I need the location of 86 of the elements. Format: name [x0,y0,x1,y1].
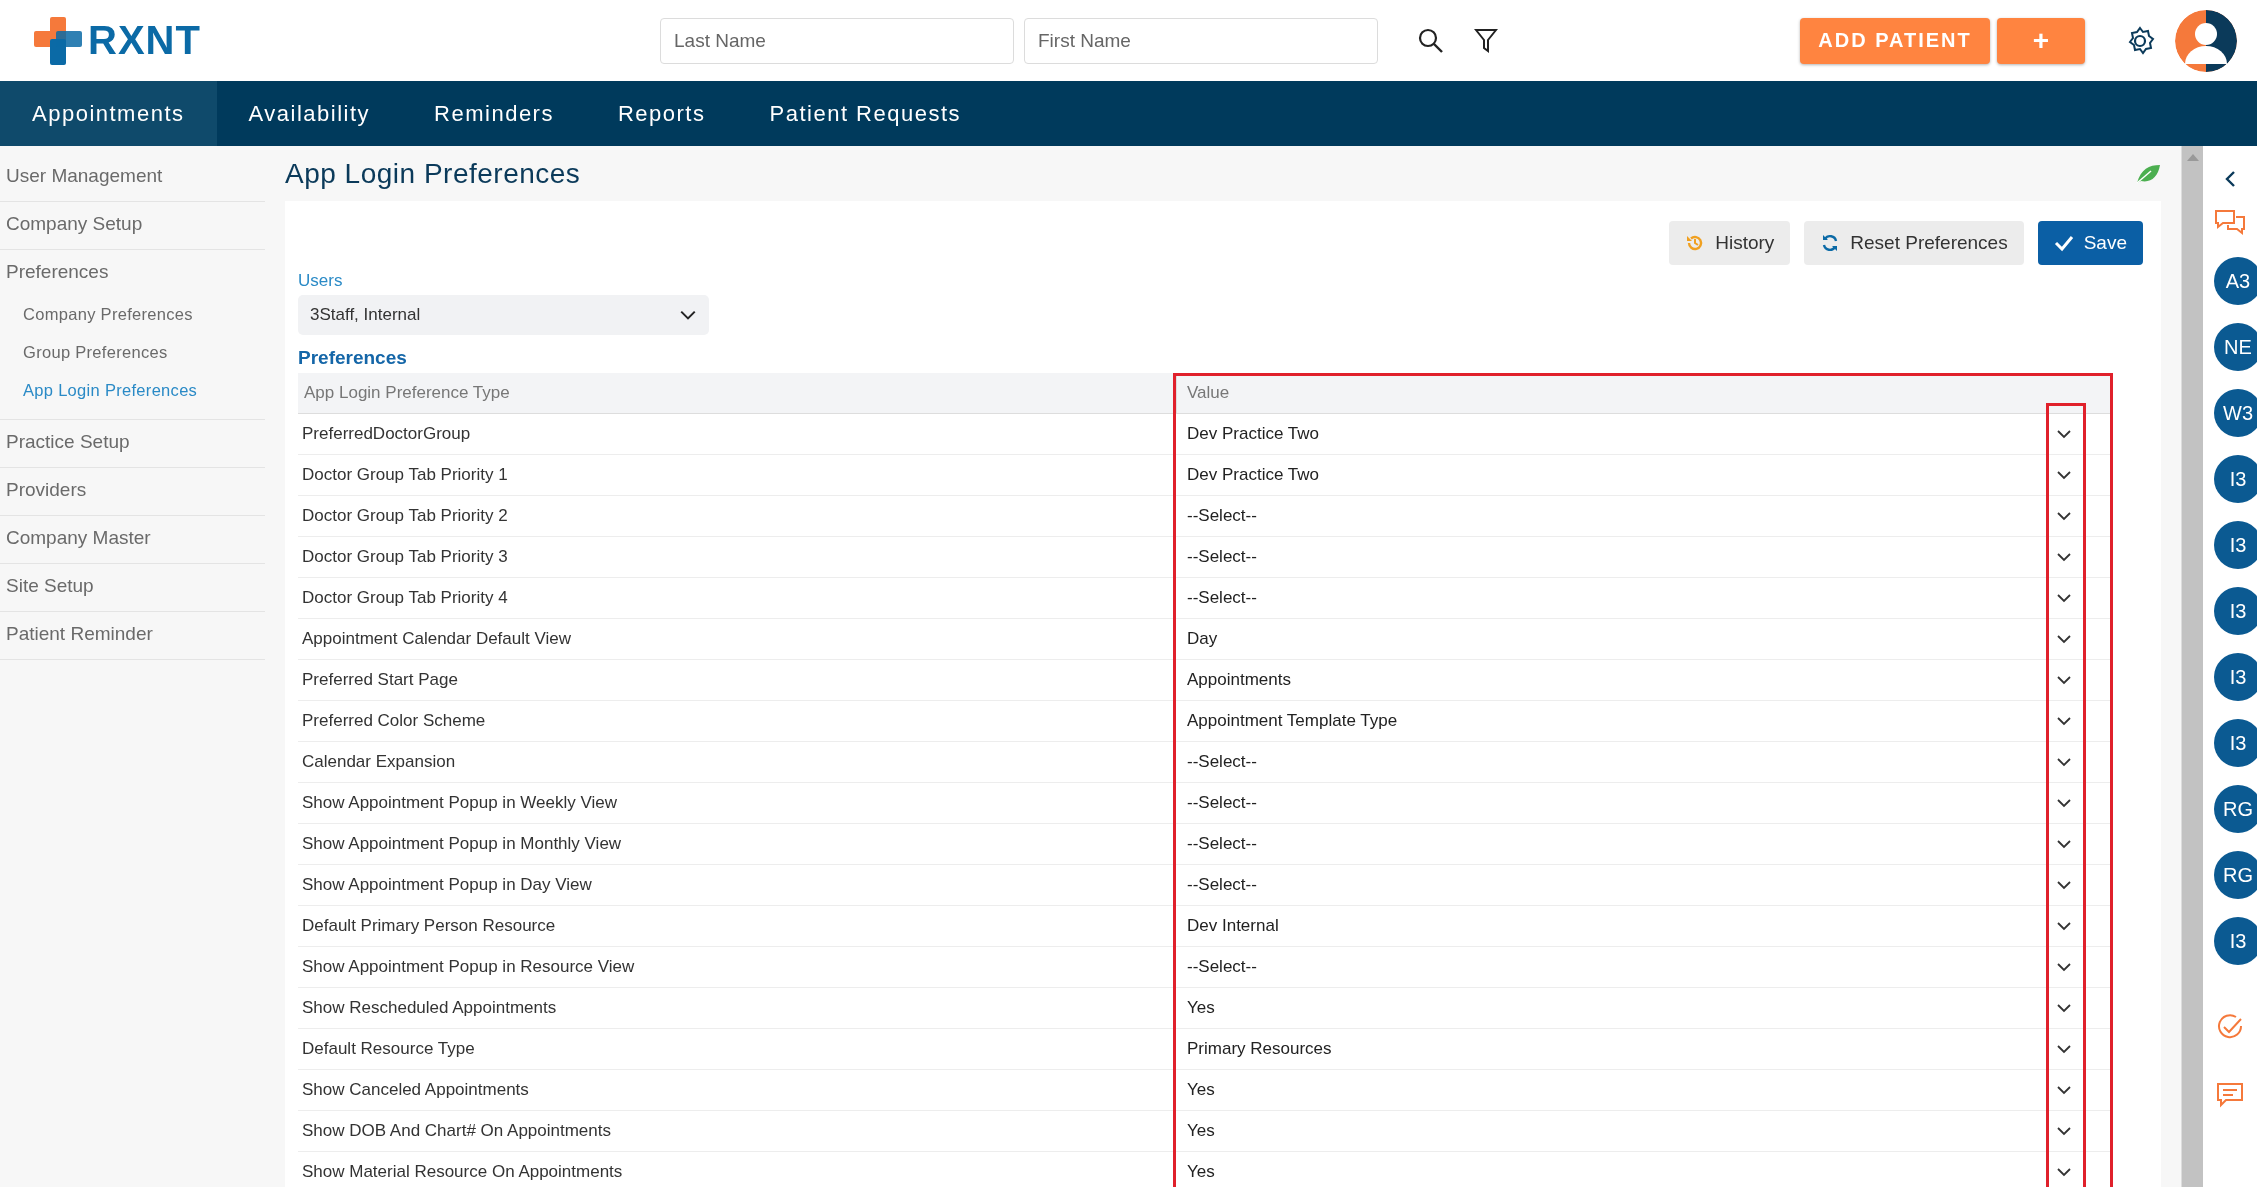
user-avatar[interactable]: I3 [2214,719,2257,767]
history-button[interactable]: History [1669,221,1791,265]
value-select[interactable]: --Select-- [1176,496,2086,536]
checkmark-icon [2053,234,2074,252]
table-cell-text: Preferred Color Scheme [301,711,487,731]
search-icon[interactable] [1418,27,1444,54]
message-icon[interactable] [2216,1082,2244,1108]
reset-preferences-button[interactable]: Reset Preferences [1804,221,2024,265]
user-avatar[interactable]: I3 [2214,521,2257,569]
user-avatar[interactable]: W3 [2214,389,2257,437]
column-header: Value [1176,373,2086,413]
value-select[interactable]: --Select-- [1176,865,2086,905]
table-cell-text: Show Material Resource On Appointments [301,1162,624,1182]
value-select[interactable]: Day [1176,619,2086,659]
value-select[interactable]: Appointment Template Type [1176,701,2086,741]
user-avatar[interactable]: NE [2214,323,2257,371]
sidebar-item[interactable]: Company Master [0,516,265,564]
table-cell-text: Default Resource Type [301,1039,476,1059]
value-select[interactable]: Yes [1176,988,2086,1028]
table-cell-text: Preferred Start Page [301,670,459,690]
table-cell-text: Show Appointment Popup in Monthly View [301,834,623,854]
user-avatar[interactable]: I3 [2214,587,2257,635]
sidebar-subitem[interactable]: Group Preferences [0,335,265,373]
value-select[interactable]: Appointments [1176,660,2086,700]
value-select[interactable]: Dev Internal [1176,906,2086,946]
user-avatar[interactable]: RG [2214,851,2257,899]
users-select[interactable]: 3Staff, Internal [298,295,709,335]
table-cell-text: Calendar Expansion [301,752,457,772]
table-cell-text: Show Appointment Popup in Day View [301,875,593,895]
sidebar-item[interactable]: Practice Setup [0,420,265,468]
table-cell-text: Show Appointment Popup in Weekly View [301,793,618,813]
value-select[interactable]: Yes [1176,1152,2086,1187]
sidebar-item[interactable]: User Management [0,154,265,202]
sidebar-subitem[interactable]: App Login Preferences [0,373,265,411]
logo-text: RXNT [88,18,201,63]
value-select[interactable]: Yes [1176,1111,2086,1151]
user-avatar[interactable]: I3 [2214,653,2257,701]
value-select[interactable]: --Select-- [1176,824,2086,864]
table-cell-text: Doctor Group Tab Priority 4 [301,588,509,608]
users-label: Users [298,271,344,291]
table-cell-text: Doctor Group Tab Priority 2 [301,506,509,526]
user-avatar[interactable]: I3 [2214,455,2257,503]
logo-icon [34,16,82,65]
sidebar-item[interactable]: Providers [0,468,265,516]
user-avatar[interactable]: A3 [2214,257,2257,305]
user-avatar[interactable]: RG [2214,785,2257,833]
section-title: Preferences [298,347,408,369]
column-header: App Login Preference Type [303,383,511,403]
nav-tab[interactable]: Availability [216,81,403,146]
table-cell-text: PreferredDoctorGroup [301,424,472,444]
value-select[interactable]: Dev Practice Two [1176,414,2086,454]
page-title: App Login Preferences [285,157,581,190]
table-cell-text: Show Appointment Popup in Resource View [301,957,636,977]
sidebar-item[interactable]: Site Setup [0,564,265,612]
search-field[interactable]: Last Name [660,17,1014,64]
chevron-left-icon[interactable] [2223,170,2237,188]
sidebar-item[interactable]: Company Setup [0,202,265,250]
nav-tab[interactable]: Reports [585,81,738,146]
user-avatar[interactable]: I3 [2214,917,2257,965]
value-select[interactable]: Primary Resources [1176,1029,2086,1069]
value-select[interactable]: --Select-- [1176,578,2086,618]
value-select[interactable]: --Select-- [1176,947,2086,987]
table-cell-text: Default Primary Person Resource [301,916,557,936]
table-cell-text: Show DOB And Chart# On Appointments [301,1121,612,1141]
nav-tab[interactable]: Patient Requests [737,81,994,146]
search-field[interactable]: First Name [1024,17,1378,64]
table-cell-text: Show Rescheduled Appointments [301,998,558,1018]
table-cell-text: Show Canceled Appointments [301,1080,530,1100]
value-select[interactable]: Yes [1176,1070,2086,1110]
chat-icon[interactable] [2214,208,2246,238]
value-select[interactable]: --Select-- [1176,742,2086,782]
filter-icon[interactable] [1474,27,1498,54]
sidebar-item[interactable]: Patient Reminder [0,612,265,660]
sidebar-item[interactable]: Preferences [0,250,265,297]
value-select[interactable]: --Select-- [1176,537,2086,577]
user-avatar-icon[interactable] [2175,9,2237,72]
table-cell-text: Doctor Group Tab Priority 1 [301,465,509,485]
leaf-icon [2135,162,2161,185]
table-cell-text: Doctor Group Tab Priority 3 [301,547,509,567]
sidebar-subitem[interactable]: Company Preferences [0,297,265,335]
table-cell-text: Appointment Calendar Default View [301,629,572,649]
save-button[interactable]: Save [2037,221,2143,265]
nav-tab[interactable]: Appointments [0,81,217,146]
nav-tab[interactable]: Reminders [402,81,586,146]
value-select[interactable]: Dev Practice Two [1176,455,2086,495]
value-select[interactable]: --Select-- [1176,783,2086,823]
